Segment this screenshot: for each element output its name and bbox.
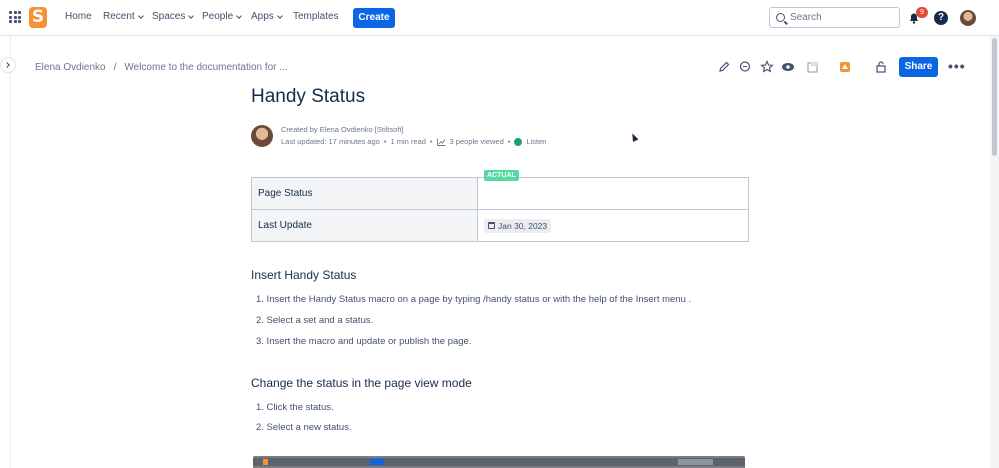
meta-separator: • [383, 137, 387, 146]
list-item: 3. Insert the macro and update or publis… [256, 336, 472, 347]
created-by: Created by Elena Ovdienko [Stiltsoft] [281, 125, 404, 134]
app-icon[interactable] [806, 60, 820, 74]
list-item: 1. Insert the Handy Status macro on a pa… [256, 294, 692, 305]
nav-recent[interactable]: Recent [103, 11, 144, 22]
status-lozenge[interactable]: ACTUAL [484, 170, 519, 181]
status-table: Page Status ACTUAL Last Update Jan 30, 2… [251, 170, 749, 242]
embedded-screenshot-image[interactable] [253, 456, 745, 468]
list-item: 1. Click the status. [256, 402, 334, 413]
app-switcher-icon[interactable] [9, 11, 21, 23]
author-avatar[interactable] [251, 125, 273, 147]
section-heading: Insert Handy Status [251, 268, 357, 282]
create-button[interactable]: Create [353, 8, 395, 28]
chevron-down-icon [276, 12, 283, 19]
mouse-cursor-icon [629, 132, 639, 142]
page-metadata: Last updated: 17 minutes ago • 1 min rea… [281, 137, 546, 146]
user-avatar[interactable] [960, 10, 976, 26]
date-chip[interactable]: Jan 30, 2023 [484, 218, 552, 233]
analytics-icon [436, 138, 446, 146]
breadcrumb-item-parent[interactable]: Welcome to the documentation for ... [124, 62, 287, 73]
last-updated[interactable]: Last updated: 17 minutes ago [281, 137, 380, 146]
viewed-count[interactable]: 3 people viewed [450, 137, 504, 146]
breadcrumb-separator: / [113, 62, 117, 73]
nav-apps-label: Apps [251, 11, 274, 22]
chevron-down-icon [188, 12, 195, 19]
search-placeholder: Search [790, 12, 822, 23]
nav-recent-label: Recent [103, 11, 135, 22]
nav-home[interactable]: Home [65, 11, 92, 22]
comment-icon[interactable] [738, 60, 752, 74]
expand-sidebar-button[interactable] [0, 57, 16, 73]
table-cell: Jan 30, 2023 [477, 209, 749, 242]
breadcrumb: Elena Ovdienko / Welcome to the document… [35, 62, 288, 73]
chevron-down-icon [137, 12, 144, 19]
nav-people[interactable]: People [202, 11, 242, 22]
sidebar-divider [10, 36, 11, 468]
search-input[interactable]: Search [769, 7, 900, 28]
calendar-icon [488, 222, 495, 229]
more-actions-icon[interactable]: ••• [948, 58, 966, 74]
notification-badge: 9 [916, 7, 928, 18]
watch-eye-icon[interactable] [781, 60, 795, 74]
listen-link[interactable]: Listen [526, 137, 546, 146]
help-icon[interactable]: ? [934, 11, 948, 25]
meta-separator: • [429, 137, 433, 146]
nav-templates-label: Templates [293, 11, 339, 22]
top-navigation: S Home Recent Spaces People Apps Templat… [0, 0, 999, 36]
section-heading: Change the status in the page view mode [251, 376, 472, 390]
date-value: Jan 30, 2023 [498, 220, 548, 231]
nav-templates[interactable]: Templates [293, 11, 339, 22]
nav-people-label: People [202, 11, 234, 22]
breadcrumb-item-space[interactable]: Elena Ovdienko [35, 62, 106, 73]
list-item: 2. Select a new status. [256, 422, 352, 433]
listen-play-icon[interactable] [514, 137, 523, 146]
handy-macros-icon[interactable] [838, 60, 852, 74]
list-item: 2. Select a set and a status. [256, 315, 374, 326]
table-header-cell: Page Status [251, 177, 478, 210]
table-row: Page Status ACTUAL [251, 170, 749, 210]
edit-icon[interactable] [717, 60, 731, 74]
nav-spaces[interactable]: Spaces [152, 11, 195, 22]
table-header-cell: Last Update [251, 209, 478, 242]
share-button[interactable]: Share [899, 57, 938, 77]
meta-separator: • [507, 137, 511, 146]
restrictions-lock-icon[interactable] [874, 60, 888, 74]
page-title: Handy Status [251, 86, 366, 107]
table-cell: ACTUAL [477, 170, 749, 210]
table-row: Last Update Jan 30, 2023 [251, 209, 749, 242]
confluence-logo[interactable]: S [29, 7, 47, 28]
search-icon [776, 13, 785, 22]
nav-home-label: Home [65, 11, 92, 22]
nav-apps[interactable]: Apps [251, 11, 283, 22]
scrollbar-thumb[interactable] [992, 38, 997, 156]
chevron-down-icon [236, 12, 242, 19]
nav-spaces-label: Spaces [152, 11, 186, 22]
chevron-right-icon [4, 62, 10, 68]
read-time: 1 min read [390, 137, 426, 146]
star-icon[interactable] [760, 60, 774, 74]
